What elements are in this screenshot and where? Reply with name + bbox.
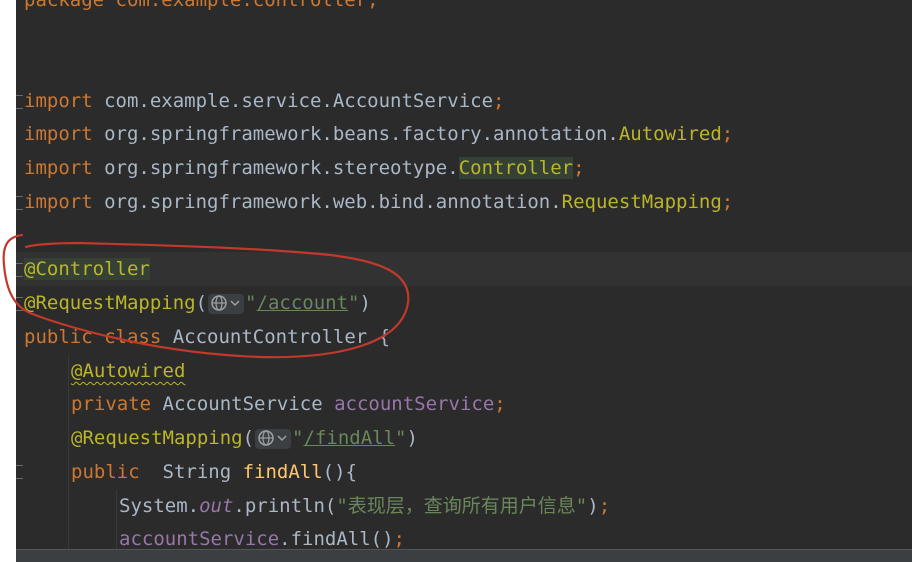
quote: " (292, 427, 304, 449)
endpoint-inlay[interactable] (208, 293, 245, 314)
import-path: org.springframework.web.bind.annotation. (92, 191, 562, 213)
method-mapping-line: @RequestMapping( "/findAll") (71, 421, 418, 455)
import-keyword: import (24, 90, 93, 112)
method-declaration-line: public String findAll(){ (71, 455, 357, 489)
semicolon: ; (494, 393, 506, 415)
import-path: org.springframework.beans.factory.annota… (92, 123, 619, 145)
println-call: .println( (233, 495, 337, 517)
class-keyword: class (104, 326, 162, 348)
private-keyword: private (71, 393, 152, 415)
paren: ( (242, 427, 255, 449)
import-class: Autowired (618, 123, 722, 145)
caret-line-highlight (16, 252, 912, 286)
code-editor[interactable]: package com.example.controller; import c… (16, 0, 912, 549)
method-parens: (){ (322, 461, 357, 483)
request-mapping-line: @RequestMapping( "/account") (24, 286, 371, 320)
service-call-line: accountService.findAll(); (119, 522, 405, 549)
paren: ) (406, 427, 418, 449)
request-mapping-annotation: @RequestMapping (71, 427, 243, 449)
indent-guide (116, 490, 117, 549)
import-line: import org.springframework.web.bind.anno… (24, 185, 733, 219)
public-keyword: public (24, 326, 93, 348)
quote: " (348, 292, 360, 314)
package-statement: package com.example.controller; (24, 0, 379, 11)
horizontal-scrollbar[interactable] (16, 549, 912, 562)
import-keyword: import (24, 123, 93, 145)
autowired-line: @Autowired (71, 354, 185, 388)
paren: ( (195, 292, 208, 314)
field-declaration-line: private AccountService accountService; (71, 387, 506, 421)
import-class: Controller (458, 157, 574, 179)
string-literal: "表现层，查询所有用户信息" (336, 495, 588, 517)
import-path: org.springframework.stereotype. (92, 157, 459, 179)
indent-guide (68, 355, 69, 549)
brace: { (378, 326, 391, 348)
class-declaration-line: public class AccountController { (24, 320, 390, 354)
import-line: import org.springframework.beans.factory… (24, 117, 733, 151)
fold-marker[interactable] (16, 95, 23, 109)
globe-icon (258, 430, 274, 446)
service-field: accountService (119, 528, 280, 549)
import-class: RequestMapping (561, 191, 722, 213)
field-type: AccountService (151, 393, 335, 415)
findall-call: .findAll() (279, 528, 394, 549)
globe-icon (211, 295, 227, 311)
findall-url-link[interactable]: /findAll (304, 427, 396, 449)
quote: " (245, 292, 257, 314)
import-class: AccountService (332, 90, 494, 112)
out-field: out (199, 495, 234, 517)
fold-marker[interactable] (16, 297, 23, 311)
import-keyword: import (24, 157, 93, 179)
request-mapping-annotation: @RequestMapping (24, 292, 196, 314)
endpoint-inlay[interactable] (255, 428, 292, 449)
chevron-down-icon (277, 435, 287, 442)
quote: " (395, 427, 407, 449)
autowired-annotation: @Autowired (71, 360, 186, 382)
system-class: System. (119, 495, 200, 517)
println-line: System.out.println("表现层，查询所有用户信息"); (119, 489, 610, 523)
import-line: import org.springframework.stereotype.Co… (24, 151, 585, 185)
fold-marker[interactable] (16, 263, 23, 277)
class-name: AccountController (161, 326, 379, 348)
public-keyword: public (71, 461, 140, 483)
paren: ) (587, 495, 599, 517)
method-name: findAll (242, 461, 323, 483)
return-type: String (139, 461, 243, 483)
semicolon: ; (493, 90, 505, 112)
semicolon: ; (598, 495, 611, 517)
field-name: accountService (334, 393, 495, 415)
import-keyword: import (24, 191, 93, 213)
fold-marker[interactable] (16, 196, 23, 210)
controller-annotation: @Controller (24, 258, 150, 280)
account-url-link[interactable]: /account (257, 292, 349, 314)
import-path: com.example.service. (92, 90, 333, 112)
fold-marker[interactable] (16, 465, 23, 479)
import-line: import com.example.service.AccountServic… (24, 84, 504, 118)
semicolon: ; (573, 157, 585, 179)
chevron-down-icon (230, 300, 240, 307)
semicolon: ; (721, 123, 734, 145)
semicolon: ; (721, 191, 734, 213)
semicolon: ; (393, 528, 405, 549)
package-line: package com.example.controller; (24, 0, 379, 17)
controller-annotation-line: @Controller (24, 252, 150, 286)
paren: ) (359, 292, 371, 314)
